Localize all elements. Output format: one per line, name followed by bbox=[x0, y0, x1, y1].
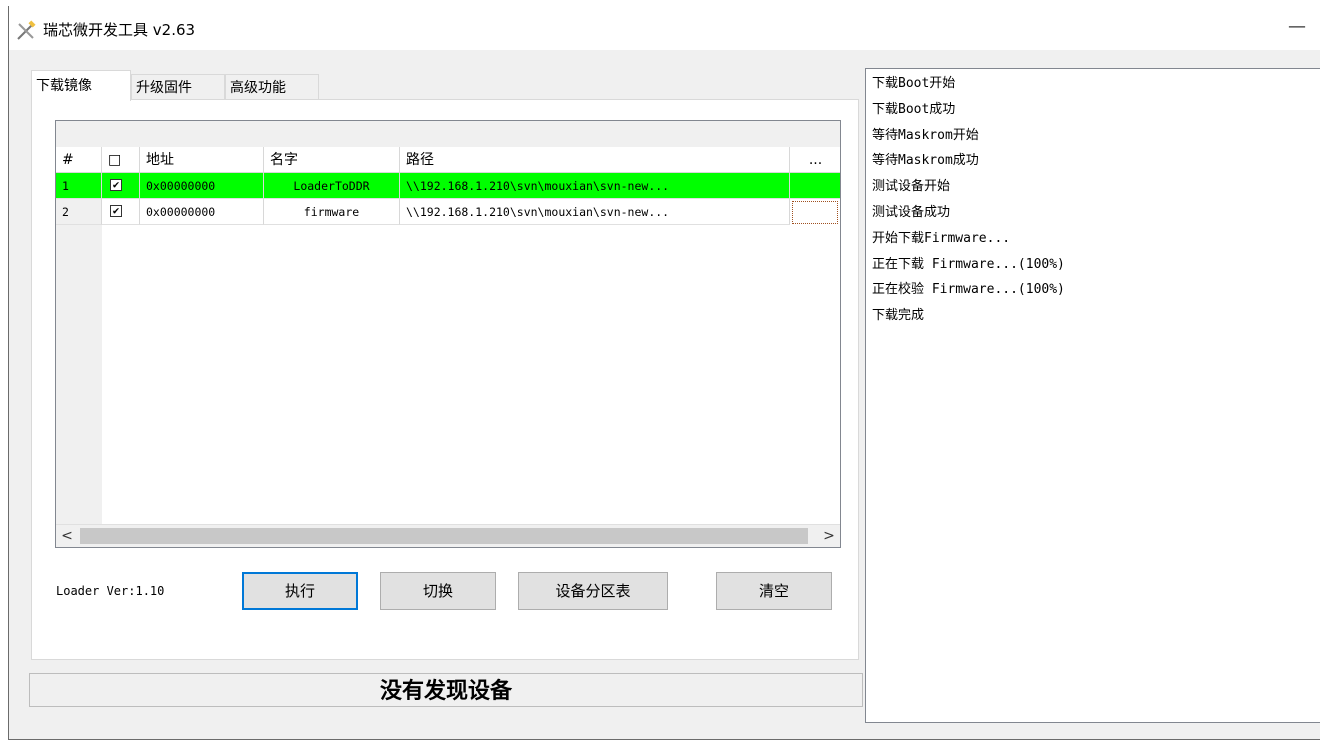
image-table: # □ 地址 名字 路径 ... 1 ✔ 0x00000000 LoaderTo… bbox=[55, 120, 841, 548]
scroll-right-arrow-icon[interactable]: > bbox=[818, 525, 840, 547]
table-caption-bar bbox=[56, 121, 840, 148]
column-header-more[interactable]: ... bbox=[790, 147, 840, 173]
row-2-address[interactable]: 0x00000000 bbox=[140, 199, 264, 225]
column-header-address[interactable]: 地址 bbox=[140, 147, 264, 173]
scroll-thumb[interactable] bbox=[80, 528, 808, 544]
switch-button[interactable]: 切换 bbox=[380, 572, 496, 610]
row-2-checkbox[interactable]: ✔ bbox=[110, 205, 122, 217]
log-line: 等待Maskrom开始 bbox=[872, 127, 979, 143]
log-output[interactable]: 下载Boot开始 下载Boot成功 等待Maskrom开始 等待Maskrom成… bbox=[865, 68, 1320, 723]
tab-panel-download-image: # □ 地址 名字 路径 ... 1 ✔ 0x00000000 LoaderTo… bbox=[31, 99, 859, 660]
clear-button[interactable]: 清空 bbox=[716, 572, 832, 610]
app-window: 瑞芯微开发工具 v2.63 — 下载镜像 升级固件 高级功能 # □ 地址 名字… bbox=[8, 6, 1320, 740]
row-1-checkbox[interactable]: ✔ bbox=[110, 179, 122, 191]
device-status-bar: 没有发现设备 bbox=[29, 673, 863, 707]
partition-table-button[interactable]: 设备分区表 bbox=[518, 572, 668, 610]
row-2-browse-button[interactable] bbox=[792, 201, 838, 224]
minimize-button[interactable]: — bbox=[1274, 10, 1320, 44]
app-tools-icon bbox=[17, 20, 36, 40]
row-1-address[interactable]: 0x00000000 bbox=[140, 173, 264, 199]
row-2-checkbox-cell[interactable]: ✔ bbox=[102, 199, 140, 225]
row-1-checkbox-cell[interactable]: ✔ bbox=[102, 173, 140, 199]
horizontal-scrollbar[interactable]: < > bbox=[56, 524, 840, 547]
column-header-name[interactable]: 名字 bbox=[264, 147, 400, 173]
log-line: 测试设备成功 bbox=[872, 204, 951, 220]
scroll-left-arrow-icon[interactable]: < bbox=[56, 525, 78, 547]
row-2-name[interactable]: firmware bbox=[264, 199, 400, 225]
log-line: 下载完成 bbox=[872, 308, 925, 324]
column-header-number[interactable]: # bbox=[56, 147, 102, 173]
title-bar[interactable]: 瑞芯微开发工具 v2.63 — bbox=[9, 6, 1320, 50]
execute-button[interactable]: 执行 bbox=[242, 572, 358, 610]
window-title: 瑞芯微开发工具 v2.63 bbox=[43, 21, 196, 39]
log-line: 下载Boot成功 bbox=[872, 101, 956, 117]
log-line: 正在校验 Firmware...(100%) bbox=[872, 282, 1065, 298]
column-header-select-all[interactable]: □ bbox=[102, 147, 140, 173]
log-line: 等待Maskrom成功 bbox=[872, 153, 979, 169]
log-line: 测试设备开始 bbox=[872, 179, 951, 195]
row-1-name[interactable]: LoaderToDDR bbox=[264, 173, 400, 199]
row-1-browse-button[interactable] bbox=[790, 173, 840, 199]
tab-advanced-functions[interactable]: 高级功能 bbox=[225, 74, 319, 100]
row-1-path[interactable]: \\192.168.1.210\svn\mouxian\svn-new... bbox=[400, 173, 790, 199]
log-line: 下载Boot开始 bbox=[872, 76, 956, 91]
log-line: 正在下载 Firmware...(100%) bbox=[872, 256, 1065, 272]
row-2-path[interactable]: \\192.168.1.210\svn\mouxian\svn-new... bbox=[400, 199, 790, 225]
column-header-path[interactable]: 路径 bbox=[400, 147, 790, 173]
tab-upgrade-firmware[interactable]: 升级固件 bbox=[131, 74, 225, 100]
row-2-number[interactable]: 2 bbox=[56, 199, 102, 225]
tab-download-image[interactable]: 下载镜像 bbox=[31, 70, 131, 101]
log-line: 开始下载Firmware... bbox=[872, 230, 1011, 246]
row-1-number[interactable]: 1 bbox=[56, 173, 102, 199]
loader-version-label: Loader Ver:1.10 bbox=[56, 584, 165, 598]
